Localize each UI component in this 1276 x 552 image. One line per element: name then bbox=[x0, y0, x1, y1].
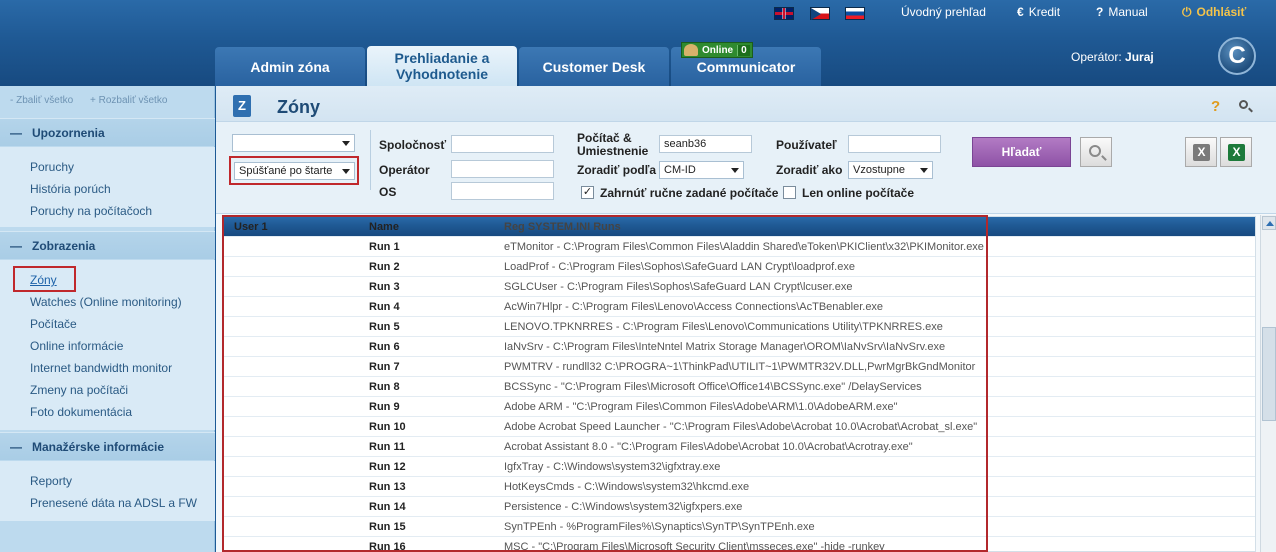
scroll-thumb[interactable] bbox=[1262, 327, 1276, 421]
manual-label: Manual bbox=[1108, 5, 1148, 19]
logout-link[interactable]: ⏻ Odhlásiť bbox=[1182, 5, 1246, 20]
online-count: 0 bbox=[737, 44, 750, 56]
user-label: Používateľ bbox=[776, 138, 837, 152]
include-manual-checkbox[interactable]: ✓ bbox=[581, 186, 594, 199]
sidebar-section-views[interactable]: — Zobrazenia bbox=[0, 231, 215, 259]
sidebar-item-faults[interactable]: Poruchy bbox=[30, 160, 74, 174]
sort-by-label: Zoradiť podľa bbox=[577, 163, 657, 177]
page-title: Zóny bbox=[277, 97, 320, 117]
collapse-icon: — bbox=[10, 238, 22, 253]
sidebar-item-bandwidth-monitor[interactable]: Internet bandwidth monitor bbox=[30, 361, 172, 375]
collapse-all-link[interactable]: - Zbaliť všetko bbox=[10, 95, 73, 106]
tab-admin-zone[interactable]: Admin zóna bbox=[215, 47, 365, 86]
sidebar-item-computer-changes[interactable]: Zmeny na počítači bbox=[30, 383, 128, 397]
tab-browsing-evaluation[interactable]: Prehliadanie a Vyhodnotenie bbox=[367, 46, 517, 86]
power-icon: ⏻ bbox=[1182, 5, 1192, 19]
euro-icon: € bbox=[1017, 5, 1024, 19]
sidebar-section-management-body bbox=[0, 461, 215, 521]
advanced-search-button[interactable] bbox=[1080, 137, 1112, 167]
search-icon[interactable] bbox=[1239, 100, 1248, 109]
sidebar-section-management[interactable]: — Manažérske informácie bbox=[0, 432, 215, 460]
view-type-highlight-box bbox=[229, 156, 359, 185]
collapse-icon: — bbox=[10, 439, 22, 454]
sidebar-item-fault-history[interactable]: História porúch bbox=[30, 182, 111, 196]
user-field[interactable] bbox=[848, 135, 941, 153]
user-icon bbox=[684, 44, 698, 56]
page-title-bar: Z Zóny ? bbox=[216, 86, 1276, 122]
online-only-label: Len online počítače bbox=[802, 186, 915, 200]
flag-en-icon[interactable] bbox=[774, 7, 794, 20]
tab-label: Customer Desk bbox=[542, 58, 646, 75]
sort-as-select[interactable]: Vzostupne bbox=[848, 161, 933, 179]
sidebar-item-reports[interactable]: Reporty bbox=[30, 474, 72, 488]
os-label: OS bbox=[379, 185, 397, 199]
export-excel-gray-button[interactable]: X bbox=[1185, 137, 1217, 167]
computer-location-label: Počítač & Umiestnenie bbox=[577, 131, 649, 158]
zones-icon: Z bbox=[233, 95, 251, 117]
zones-highlight-box bbox=[13, 266, 76, 292]
include-manual-label: Zahrnúť ručne zadané počítače bbox=[600, 186, 779, 200]
sidebar-item-watches[interactable]: Watches (Online monitoring) bbox=[30, 295, 182, 309]
excel-icon: X bbox=[1193, 144, 1210, 161]
category-select[interactable] bbox=[232, 134, 355, 152]
app-logo: C bbox=[1218, 37, 1256, 75]
filter-divider bbox=[370, 130, 371, 190]
credit-link[interactable]: € Kredit bbox=[1017, 5, 1060, 19]
help-icon[interactable]: ? bbox=[1211, 98, 1220, 115]
computer-field[interactable]: seanb36 bbox=[659, 135, 752, 153]
sidebar: - Zbaliť všetko + Rozbaliť všetko — Upozo… bbox=[0, 86, 215, 552]
manual-link[interactable]: ? Manual bbox=[1096, 5, 1148, 19]
grid-highlight-box bbox=[222, 215, 988, 552]
sidebar-item-computers[interactable]: Počítače bbox=[30, 317, 77, 331]
top-bar: Úvodný prehľad € Kredit ? Manual ⏻ Odhlásiť bbox=[0, 0, 1276, 24]
company-field[interactable] bbox=[451, 135, 554, 153]
tab-customer-desk[interactable]: Customer Desk bbox=[519, 47, 669, 86]
search-button[interactable]: Hľadať bbox=[972, 137, 1071, 167]
sidebar-item-online-info[interactable]: Online informácie bbox=[30, 339, 123, 353]
app-header: Úvodný prehľad € Kredit ? Manual ⏻ Odhlásiť… bbox=[0, 0, 1276, 86]
company-label: Spoločnosť bbox=[379, 138, 447, 152]
question-icon: ? bbox=[1096, 5, 1104, 19]
operator-name: Juraj bbox=[1125, 50, 1154, 64]
operator-field[interactable] bbox=[451, 160, 554, 178]
sidebar-section-alerts[interactable]: — Upozornenia bbox=[0, 118, 215, 146]
zoom-plus-icon bbox=[1089, 145, 1101, 157]
sort-as-label: Zoradiť ako bbox=[776, 163, 843, 177]
overview-link[interactable]: Úvodný prehľad bbox=[901, 5, 986, 19]
credit-label: Kredit bbox=[1028, 5, 1061, 19]
flag-cz-icon[interactable] bbox=[810, 7, 830, 20]
logout-label: Odhlásiť bbox=[1196, 5, 1247, 19]
filter-panel: Spúšťané po štarte Spoločnosť Operátor O… bbox=[216, 122, 1276, 214]
export-excel-button[interactable]: X bbox=[1220, 137, 1252, 167]
online-only-checkbox[interactable] bbox=[783, 186, 796, 199]
operator-label: Operátor bbox=[379, 163, 430, 177]
vertical-scrollbar[interactable] bbox=[1260, 215, 1276, 552]
sidebar-item-photo-docs[interactable]: Foto dokumentácia bbox=[30, 405, 132, 419]
sort-by-select[interactable]: CM-ID bbox=[659, 161, 744, 179]
expand-all-link[interactable]: + Rozbaliť všetko bbox=[90, 95, 167, 106]
flag-sk-icon[interactable] bbox=[845, 7, 865, 20]
scroll-up-icon[interactable] bbox=[1262, 216, 1276, 230]
sidebar-item-computer-faults[interactable]: Poruchy na počítačoch bbox=[30, 204, 152, 218]
sidebar-collapse-controls: - Zbaliť všetko + Rozbaliť všetko bbox=[10, 95, 181, 106]
operator-info: Operátor: Juraj bbox=[1071, 50, 1154, 64]
online-label: Online bbox=[702, 44, 734, 56]
tab-label: Admin zóna bbox=[250, 58, 330, 75]
tab-label: Communicator bbox=[696, 58, 796, 75]
collapse-icon: — bbox=[10, 125, 22, 140]
os-field[interactable] bbox=[451, 182, 554, 200]
online-status-badge[interactable]: Online 0 bbox=[681, 42, 753, 58]
excel-icon: X bbox=[1228, 144, 1245, 161]
sidebar-item-adsl-fw-data[interactable]: Prenesené dáta na ADSL a FW bbox=[30, 496, 197, 510]
tab-label: Prehliadanie a Vyhodnotenie bbox=[394, 50, 490, 82]
